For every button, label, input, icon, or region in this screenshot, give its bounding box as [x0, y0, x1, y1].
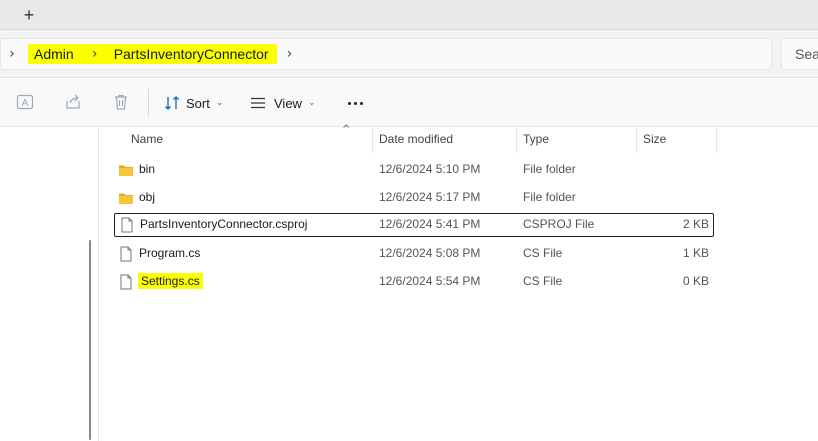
ellipsis-icon: [353, 101, 357, 105]
file-type: File folder: [523, 162, 576, 176]
file-type: CS File: [523, 274, 563, 288]
list-item[interactable]: Settings.cs 12/6/2024 5:54 PM CS File 0 …: [114, 270, 714, 294]
svg-text:A: A: [22, 98, 29, 109]
file-size: 2 KB: [682, 217, 709, 231]
chevron-right-icon[interactable]: ›: [282, 46, 298, 62]
share-icon[interactable]: [64, 93, 82, 111]
column-header-date-modified[interactable]: Date modified: [373, 127, 517, 153]
file-name: Program.cs: [139, 246, 201, 260]
tab-bar: +: [0, 0, 818, 30]
view-button[interactable]: View ⌄: [250, 91, 316, 115]
file-type: CS File: [523, 246, 563, 260]
chevron-down-icon: ⌄: [215, 98, 224, 108]
column-header-size[interactable]: Size: [637, 127, 717, 153]
file-name: bin: [139, 162, 156, 176]
file-icon: [118, 246, 134, 262]
file-icon: [118, 274, 134, 290]
breadcrumb-item-partsinventoryconnector[interactable]: PartsInventoryConnector: [107, 44, 277, 64]
file-type: File folder: [523, 190, 576, 204]
file-date: 12/6/2024 5:10 PM: [379, 162, 481, 176]
column-header-name[interactable]: Name: [125, 127, 373, 153]
breadcrumb-item-admin[interactable]: Admin: [28, 44, 82, 64]
command-bar: A Sort ⌄ View ⌄: [0, 79, 818, 127]
navigation-pane: [0, 127, 98, 441]
new-tab-button[interactable]: +: [18, 4, 40, 26]
file-date: 12/6/2024 5:41 PM: [379, 217, 481, 231]
rename-icon[interactable]: A: [16, 93, 34, 111]
file-size: 0 KB: [682, 274, 709, 288]
file-size: 1 KB: [682, 246, 709, 260]
folder-icon: [118, 190, 134, 206]
chevron-right-icon[interactable]: ›: [81, 44, 108, 64]
file-name: Settings.cs: [138, 273, 203, 289]
file-date: 12/6/2024 5:54 PM: [379, 274, 481, 288]
breadcrumb[interactable]: › Admin › PartsInventoryConnector ›: [0, 38, 772, 70]
file-type: CSPROJ File: [523, 217, 595, 231]
file-icon: [119, 217, 135, 233]
more-options-button[interactable]: [343, 93, 367, 113]
file-name: obj: [139, 190, 156, 204]
file-date: 12/6/2024 5:17 PM: [379, 190, 481, 204]
search-input[interactable]: Sea: [781, 38, 818, 70]
list-item[interactable]: PartsInventoryConnector.csproj 12/6/2024…: [114, 213, 714, 237]
view-icon: [250, 96, 266, 110]
ellipsis-icon: [359, 101, 363, 105]
address-row: › Admin › PartsInventoryConnector › Sea: [0, 30, 818, 78]
list-item[interactable]: obj 12/6/2024 5:17 PM File folder: [114, 186, 714, 210]
column-header: ^ Name Date modified Type Size: [99, 124, 818, 153]
file-date: 12/6/2024 5:08 PM: [379, 246, 481, 260]
delete-icon[interactable]: [112, 93, 130, 111]
pane-divider[interactable]: [98, 127, 99, 441]
toolbar-separator: [148, 89, 149, 117]
navigation-scrollbar[interactable]: [89, 240, 91, 440]
view-label: View: [274, 95, 302, 111]
ellipsis-icon: [347, 101, 351, 105]
sort-button[interactable]: Sort ⌄: [164, 91, 223, 115]
chevron-down-icon: ⌄: [307, 98, 316, 108]
folder-icon: [118, 162, 134, 178]
list-item[interactable]: Program.cs 12/6/2024 5:08 PM CS File 1 K…: [114, 242, 714, 266]
file-name: PartsInventoryConnector.csproj: [140, 217, 308, 231]
column-header-type[interactable]: Type: [517, 127, 637, 153]
sort-label: Sort: [186, 95, 210, 111]
list-item[interactable]: bin 12/6/2024 5:10 PM File folder: [114, 158, 714, 182]
sort-icon: [164, 95, 180, 111]
chevron-right-icon[interactable]: ›: [4, 46, 20, 62]
